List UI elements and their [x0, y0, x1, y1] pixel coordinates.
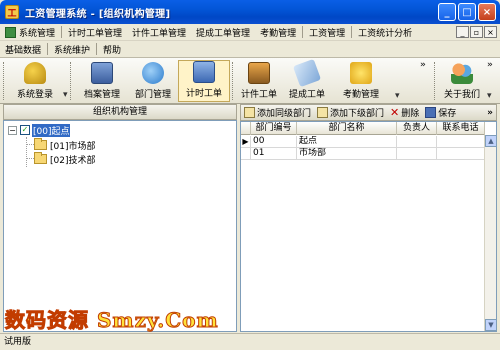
tree-node-label: [00]起点	[32, 123, 71, 137]
cell-phone[interactable]	[437, 136, 485, 148]
cell-code[interactable]: 01	[251, 148, 297, 160]
cell-code[interactable]: 00	[251, 136, 297, 148]
row-indicator-icon	[241, 148, 251, 160]
menu-attendance[interactable]: 考勤管理	[255, 25, 301, 40]
tree-node-marketing[interactable]: [01]市场部	[34, 138, 95, 152]
table-row[interactable]: ▶ 00 起点	[241, 136, 485, 148]
org-panel-header: 组织机构管理	[3, 104, 237, 120]
grid-header-code[interactable]: 部门编号	[251, 122, 297, 135]
department-icon	[142, 62, 164, 84]
org-tree[interactable]: − ✓ [00]起点 [01]市场部 [02]技术部	[3, 120, 237, 332]
menu-salary[interactable]: 工资管理	[304, 25, 350, 40]
archive-icon	[91, 62, 113, 84]
grid-vertical-scrollbar[interactable]: ▲ ▼	[484, 135, 496, 331]
maximize-button[interactable]: □	[458, 3, 476, 21]
key-icon	[24, 62, 46, 84]
attendance-icon	[350, 62, 372, 84]
save-button[interactable]: 保存	[422, 106, 459, 119]
scroll-down-icon[interactable]: ▼	[485, 319, 496, 331]
cell-name[interactable]: 起点	[297, 136, 397, 148]
menu-timecard[interactable]: 计时工单管理	[63, 25, 127, 40]
department-grid[interactable]: 部门编号 部门名称 负责人 联系电话 ▶ 00 起点 01 市场部 ▲ ▼	[240, 121, 497, 332]
add-child-department-button[interactable]: 添加下级部门	[314, 106, 387, 119]
about-us-button[interactable]: 关于我们	[440, 60, 484, 102]
cell-phone[interactable]	[437, 148, 485, 160]
cell-manager[interactable]	[397, 148, 437, 160]
tree-node-label: [02]技术部	[50, 155, 96, 166]
system-menu-icon	[5, 26, 16, 38]
menu-bar: 系统管理 计时工单管理 计件工单管理 提成工单管理 考勤管理 工资管理 工资统计…	[0, 24, 500, 41]
save-icon	[425, 107, 437, 118]
delete-button[interactable]: ✕ 删除	[387, 106, 422, 119]
department-toolbar: 添加同级部门 添加下级部门 ✕ 删除 保存 »	[240, 104, 497, 121]
menu-piecework[interactable]: 计件工单管理	[127, 25, 191, 40]
window-titlebar: 工 工资管理系统 - [组织机构管理] _ □ ×	[0, 0, 500, 24]
tree-node-root[interactable]: − ✓ [00]起点	[8, 123, 71, 137]
cell-manager[interactable]	[397, 136, 437, 148]
table-row[interactable]: 01 市场部	[241, 148, 485, 160]
checkbox-icon[interactable]: ✓	[20, 125, 30, 135]
grid-header-manager[interactable]: 负责人	[397, 122, 437, 135]
app-icon: 工	[5, 5, 19, 19]
row-indicator-icon: ▶	[241, 136, 251, 148]
attendance-button[interactable]: 考勤管理	[333, 60, 389, 102]
collapse-icon[interactable]: −	[8, 125, 17, 135]
add-child-icon	[317, 107, 329, 118]
delete-icon: ✕	[390, 106, 400, 119]
commission-button[interactable]: 提成工单	[281, 58, 333, 102]
archive-button[interactable]: 档案管理	[76, 60, 128, 102]
menu-bar-secondary: 基础数据 系统维护 帮助 _ ▫ ×	[0, 26, 500, 58]
menu-maintenance[interactable]: 系统维护	[49, 42, 95, 57]
folder-icon	[34, 152, 47, 164]
users-icon	[451, 62, 473, 84]
right-toolbar-overflow[interactable]: »	[484, 108, 496, 118]
department-button[interactable]: 部门管理	[128, 60, 178, 102]
grid-header: 部门编号 部门名称 负责人 联系电话	[241, 122, 485, 135]
main-toolbar: 系统登录 ▾ 档案管理 部门管理 计时工单 计件工单 提成工单 考勤管理 ▾ »…	[0, 58, 500, 104]
mdi-restore-button[interactable]: ▫	[470, 26, 483, 38]
menu-basic-data[interactable]: 基础数据	[0, 42, 46, 57]
cell-name[interactable]: 市场部	[297, 148, 397, 160]
minimize-button[interactable]: _	[438, 3, 456, 21]
toolbar-overflow[interactable]: »	[420, 60, 426, 70]
menu-help[interactable]: 帮助	[98, 42, 126, 57]
timecard-button[interactable]: 计时工单	[178, 60, 230, 102]
window-title: 工资管理系统 - [组织机构管理]	[25, 8, 171, 20]
system-login-button[interactable]: 系统登录	[9, 60, 61, 102]
piecework-icon	[248, 62, 270, 84]
add-sibling-icon	[244, 107, 255, 118]
grid-header-name[interactable]: 部门名称	[297, 122, 397, 135]
menu-salary-stats[interactable]: 工资统计分析	[353, 25, 417, 40]
folder-icon	[34, 138, 47, 150]
tree-node-tech[interactable]: [02]技术部	[34, 152, 95, 166]
grid-header-phone[interactable]: 联系电话	[437, 122, 485, 135]
status-bar: 试用版	[0, 333, 500, 350]
scroll-up-icon[interactable]: ▲	[485, 135, 496, 147]
commission-icon	[292, 58, 322, 88]
tree-node-label: [01]市场部	[50, 141, 96, 152]
piecework-button[interactable]: 计件工单	[237, 60, 281, 102]
close-button[interactable]: ×	[478, 3, 496, 21]
watermark: 数码资源 Smzy.Com	[5, 308, 219, 333]
menu-system[interactable]: 系统管理	[0, 25, 60, 40]
menu-commission[interactable]: 提成工单管理	[191, 25, 255, 40]
grid-header-indicator	[241, 122, 251, 135]
timecard-icon	[193, 61, 215, 83]
toolbar-overflow-right[interactable]: »	[487, 60, 493, 70]
mdi-close-button[interactable]: ×	[484, 26, 497, 38]
add-sibling-department-button[interactable]: 添加同级部门	[241, 106, 314, 119]
mdi-minimize-button[interactable]: _	[456, 26, 469, 38]
